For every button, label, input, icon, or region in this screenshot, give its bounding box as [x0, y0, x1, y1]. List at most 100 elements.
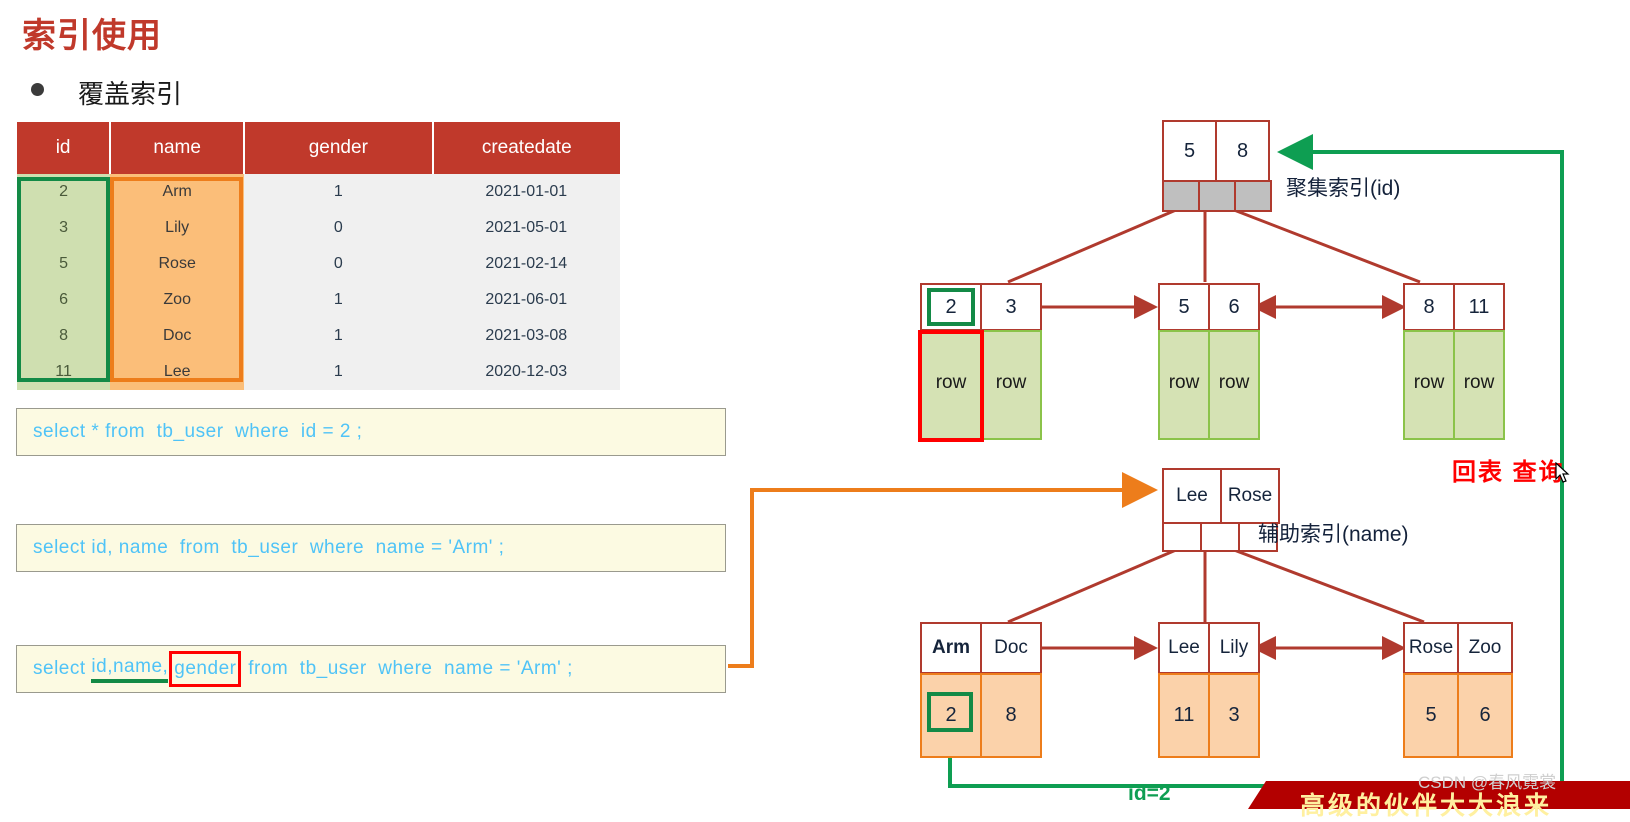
- clustered-root-node: 5 8: [1162, 120, 1270, 182]
- clustered-root-pointer: [1198, 180, 1236, 212]
- clustered-leaf-row: row: [1158, 330, 1210, 440]
- clustered-leaf-row: row: [1453, 330, 1505, 440]
- cell-name: Rose: [110, 246, 245, 282]
- secondary-leaf-id: 11: [1158, 673, 1210, 758]
- table-row: 3 Lily 0 2021-05-01: [17, 210, 620, 246]
- secondary-leaf-key: Arm: [920, 622, 982, 674]
- back-to-table-label: 回表 查询: [1452, 459, 1565, 486]
- secondary-leaf-node: Rose Zoo: [1403, 622, 1513, 674]
- clustered-key-2-green-box: [927, 288, 975, 326]
- cell-gender: 1: [244, 282, 433, 318]
- cell-name: Lee: [110, 354, 245, 390]
- clustered-leaf-row: row: [980, 330, 1042, 440]
- cell-createdate: 2021-02-14: [432, 246, 620, 282]
- cell-id: 11: [17, 354, 111, 390]
- sql-statement-3[interactable]: select id,name, gender from tb_user where…: [16, 645, 726, 693]
- secondary-leaf-ids: 11 3: [1158, 673, 1260, 758]
- id-equals-label: id=2: [1128, 782, 1171, 805]
- secondary-leaf-id: 6: [1457, 673, 1513, 758]
- clustered-root-key: 5: [1162, 120, 1217, 182]
- secondary-leaf-id: 8: [980, 673, 1042, 758]
- cell-id: 3: [17, 210, 111, 246]
- user-data-table: id name gender createdate 2 Arm 1 2021-0…: [17, 122, 620, 390]
- clustered-root-pointers: [1162, 180, 1272, 212]
- cell-id: 5: [17, 246, 111, 282]
- secondary-root-pointer: [1200, 522, 1240, 552]
- clustered-leaf-key: 3: [980, 283, 1042, 331]
- cell-createdate: 2021-06-01: [432, 282, 620, 318]
- secondary-leaf-ids: 5 6: [1403, 673, 1513, 758]
- secondary-leaf-id: 3: [1208, 673, 1260, 758]
- column-header-id: id: [17, 122, 112, 174]
- cell-createdate: 2021-05-01: [432, 210, 620, 246]
- table-row: 5 Rose 0 2021-02-14: [17, 246, 620, 282]
- cell-gender: 0: [244, 246, 433, 282]
- secondary-leaf-key: Lily: [1208, 622, 1260, 674]
- secondary-root-key: Rose: [1220, 468, 1280, 524]
- bullet-label: 覆盖索引: [78, 79, 183, 109]
- sql-statement-2[interactable]: select id, name from tb_user where name …: [16, 524, 726, 572]
- secondary-leaf-id: 5: [1403, 673, 1459, 758]
- secondary-leaf-key: Rose: [1403, 622, 1459, 674]
- table-row: 11 Lee 1 2020-12-03: [17, 354, 620, 390]
- cell-name: Arm: [110, 174, 245, 210]
- secondary-root-pointer: [1162, 522, 1202, 552]
- secondary-root-key: Lee: [1162, 468, 1222, 524]
- clustered-leaf-key: 11: [1453, 283, 1505, 331]
- sql-text-1: select * from tb_user where id = 2 ;: [33, 421, 363, 442]
- clustered-index-label: 聚集索引(id): [1286, 177, 1401, 200]
- clustered-row-red-box: [918, 330, 984, 442]
- cell-name: Doc: [110, 318, 245, 354]
- sql-text-3-suffix: from tb_user where name = 'Arm' ;: [242, 658, 573, 679]
- column-header-gender: gender: [244, 122, 434, 174]
- cell-createdate: 2021-01-01: [432, 174, 620, 210]
- secondary-root-node: Lee Rose: [1162, 468, 1280, 524]
- cell-gender: 1: [244, 174, 433, 210]
- secondary-leaf-key: Doc: [980, 622, 1042, 674]
- cell-id: 6: [17, 282, 111, 318]
- clustered-root-key: 8: [1215, 120, 1270, 182]
- table-row: 2 Arm 1 2021-01-01: [17, 174, 620, 210]
- column-header-name: name: [110, 122, 246, 174]
- secondary-id-2-green-box: [927, 692, 973, 732]
- clustered-leaf-node: 5 6: [1158, 283, 1260, 331]
- clustered-leaf-rows: row row: [1403, 330, 1505, 440]
- secondary-leaf-node: Arm Doc: [920, 622, 1042, 674]
- clustered-root-pointer: [1234, 180, 1272, 212]
- secondary-leaf-node: Lee Lily: [1158, 622, 1260, 674]
- clustered-leaf-key: 6: [1208, 283, 1260, 331]
- clustered-leaf-key: 8: [1403, 283, 1455, 331]
- table-row: 8 Doc 1 2021-03-08: [17, 318, 620, 354]
- sql-text-2: select id, name from tb_user where name …: [33, 537, 505, 558]
- clustered-leaf-row: row: [1403, 330, 1455, 440]
- bullet-dot-icon: [31, 83, 44, 96]
- clustered-leaf-rows: row row: [1158, 330, 1260, 440]
- secondary-leaf-key: Zoo: [1457, 622, 1513, 674]
- sql-gender-highlight: gender: [169, 651, 242, 687]
- clustered-leaf-key: 5: [1158, 283, 1210, 331]
- mouse-cursor-icon: [1555, 462, 1570, 483]
- secondary-index-label: 辅助索引(name): [1258, 523, 1409, 546]
- clustered-leaf-row: row: [1208, 330, 1260, 440]
- cell-createdate: 2020-12-03: [432, 354, 620, 390]
- watermark: CSDN @春风霓裳: [1418, 773, 1557, 792]
- cell-id: 8: [17, 318, 111, 354]
- cell-createdate: 2021-03-08: [432, 318, 620, 354]
- cell-gender: 1: [244, 318, 433, 354]
- column-header-createdate: createdate: [432, 122, 620, 174]
- cell-id: 2: [17, 174, 111, 210]
- table-header-row: id name gender createdate: [17, 122, 620, 174]
- clustered-leaf-node: 8 11: [1403, 283, 1505, 331]
- slide-canvas: 索引使用 覆盖索引 id name gender createdate 2 Ar…: [0, 0, 1630, 820]
- sql-statement-1[interactable]: select * from tb_user where id = 2 ;: [16, 408, 726, 456]
- cell-name: Zoo: [110, 282, 245, 318]
- page-title: 索引使用: [22, 17, 162, 55]
- cell-name: Lily: [110, 210, 245, 246]
- sql-covered-columns: id,name,: [91, 656, 169, 683]
- clustered-root-pointer: [1162, 180, 1200, 212]
- secondary-leaf-key: Lee: [1158, 622, 1210, 674]
- cell-gender: 1: [244, 354, 433, 390]
- cell-gender: 0: [244, 210, 433, 246]
- sql-text-3-prefix: select: [33, 658, 92, 679]
- table-row: 6 Zoo 1 2021-06-01: [17, 282, 620, 318]
